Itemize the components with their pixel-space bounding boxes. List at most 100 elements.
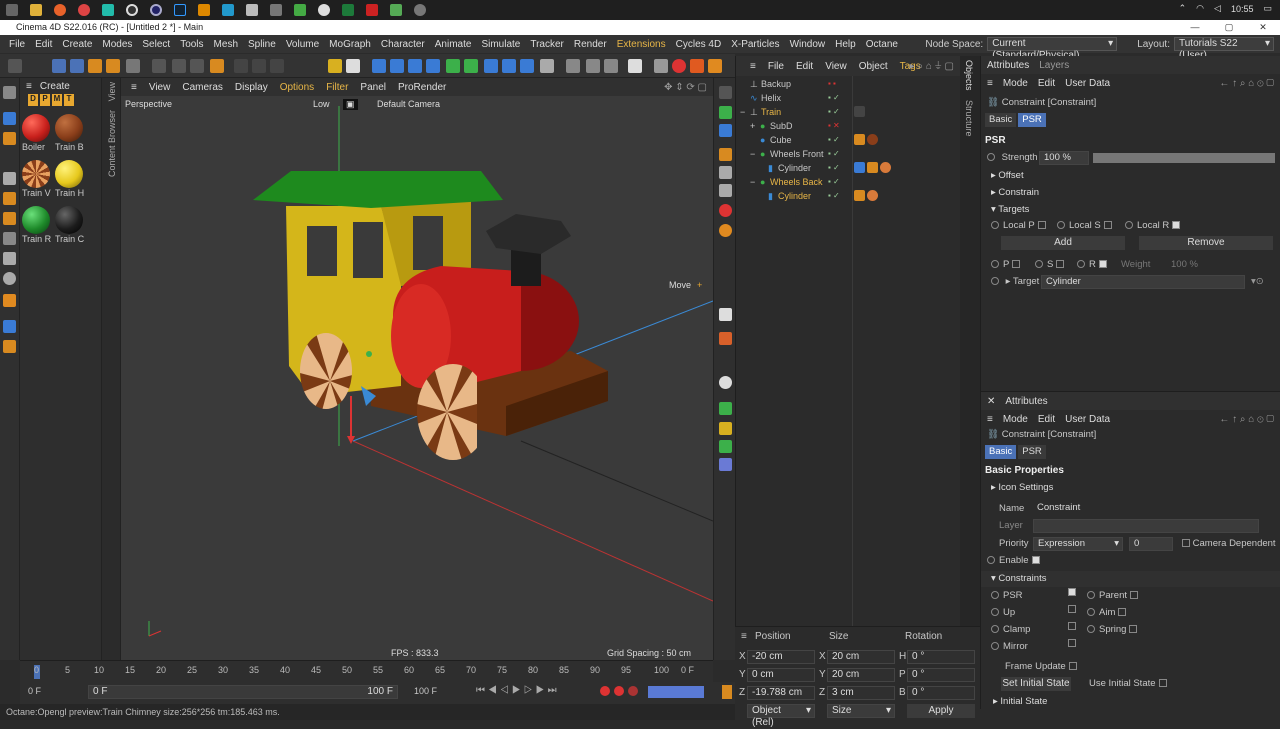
app-icon[interactable] [318,4,330,16]
animate-dot[interactable] [1057,221,1065,230]
minimize-button[interactable]: — [1178,20,1212,35]
target-link-field[interactable]: Cylinder [1041,275,1245,289]
rotate-icon[interactable] [106,59,120,73]
attr-menu-userdata[interactable]: User Data [1065,414,1110,425]
weight-value[interactable]: 100 % [1171,257,1198,273]
end-frame-field[interactable]: 100 F [414,686,437,696]
menu-simulate[interactable]: Simulate [476,39,525,50]
apply-button[interactable]: Apply [907,704,975,718]
material-train-v[interactable]: Train V [22,160,54,198]
create-object-icon[interactable] [126,59,140,73]
attr-menu-mode[interactable]: Mode [1003,78,1028,89]
material-tab-p[interactable]: P [40,94,50,106]
menu-select[interactable]: Select [137,39,175,50]
octane-stop-icon[interactable] [672,59,686,73]
s-checkbox[interactable] [1056,260,1065,269]
app-icon[interactable] [222,4,234,16]
menu-modes[interactable]: Modes [97,39,137,50]
material-tag-icon[interactable] [867,134,878,145]
object-row-cylinder[interactable]: ▮ Cylinder ▪ ✓ [736,161,961,175]
acrobat-icon[interactable] [366,4,378,16]
timeline-ruler[interactable]: 0 5 10 15 20 25 30 35 40 45 50 55 60 65 … [20,660,713,682]
tool-icon[interactable] [719,440,732,453]
material-boiler[interactable]: Boiler [22,114,54,152]
use-initial-checkbox[interactable] [1158,679,1167,688]
visibility-check[interactable]: ▪ ✓ [828,133,840,147]
close-icon[interactable]: ✕ [987,396,995,407]
animate-dot[interactable] [991,625,999,634]
tool-icon[interactable] [719,204,732,217]
link-menu-icon[interactable]: ▾⊙ [1251,274,1264,290]
fold-label[interactable]: Targets [998,204,1029,215]
y-axis-icon[interactable] [172,59,186,73]
animate-dot[interactable] [987,556,995,565]
uvw-tag-icon[interactable] [854,162,865,173]
wifi-icon[interactable]: ◠ [1196,3,1204,14]
floor-icon[interactable] [484,59,498,73]
start-icon[interactable] [6,4,18,16]
menu-spline[interactable]: Spline [243,39,281,50]
menu-window[interactable]: Window [785,39,831,50]
keyframe-icon[interactable] [328,59,342,73]
strength-slider[interactable] [1093,153,1275,163]
3d-viewport[interactable]: Perspective Low ▣ Default Camera Move + … [121,96,713,662]
tool-icon[interactable] [719,402,732,415]
hamburger-icon[interactable]: ≡ [987,414,993,425]
viewport-menu-display[interactable]: Display [229,82,274,93]
preview-max-field[interactable]: 100 F [367,686,393,698]
app-icon[interactable] [246,4,258,16]
attributes-tab[interactable]: Attributes [987,60,1029,71]
object-row-helix[interactable]: ∿ Helix ▪ ✓ [736,91,961,105]
record-icon[interactable] [600,686,610,696]
tool-icon[interactable] [719,422,732,435]
subdivision-icon[interactable] [408,59,422,73]
parent-checkbox[interactable] [1130,591,1138,600]
material-tab-t[interactable]: T [64,94,74,106]
workplane-icon[interactable] [586,59,600,73]
points-mode-icon[interactable] [3,172,16,185]
menu-edit[interactable]: Edit [30,39,57,50]
render-view-icon[interactable] [252,59,266,73]
start-frame-field[interactable]: 0 F [28,686,41,696]
keyframe-selection-icon[interactable] [628,686,638,696]
hamburger-icon[interactable]: ≡ [741,631,747,642]
viewport-menu-prorender[interactable]: ProRender [392,82,452,93]
spring-checkbox[interactable] [1129,625,1138,634]
constraints-fold[interactable]: ▾ Constraints [981,571,1280,587]
menu-extensions[interactable]: Extensions [612,39,671,50]
coordinate-mode-dropdown[interactable]: Object (Rel) [747,704,815,728]
autokey-icon[interactable] [614,686,624,696]
live-selection-icon[interactable] [52,59,66,73]
obj-menu-view[interactable]: View [819,61,853,72]
viewport-menu-cameras[interactable]: Cameras [176,82,229,93]
frame-update-checkbox[interactable] [1068,662,1077,671]
menu-mograph[interactable]: MoGraph [324,39,376,50]
sculpt-icon[interactable] [3,294,16,307]
material-train-c[interactable]: Train C [55,206,87,244]
object-name[interactable]: Wheels Front [770,147,824,161]
pen-icon[interactable] [390,59,404,73]
material-tab-d[interactable]: D [28,94,38,106]
fold-label[interactable]: Constraints [998,573,1046,584]
animate-dot[interactable] [991,260,999,269]
visibility-check[interactable]: ▪ ✓ [828,91,840,105]
phong-tag-icon[interactable] [854,134,865,145]
r-checkbox[interactable] [1098,260,1107,269]
attr-nav-icons[interactable]: ← ↑ ⌕ ⌂ ⊙ ▢ [1219,414,1274,425]
material-tag-icon[interactable] [867,190,878,201]
layout-dropdown[interactable]: Tutorials S22 (User) [1174,37,1274,61]
strength-input[interactable]: 100 % [1039,151,1089,165]
obj-menu-object[interactable]: Object [853,61,894,72]
texture-mode-icon[interactable] [3,132,16,145]
polygons-mode-icon[interactable] [3,212,16,225]
rotation-b-input[interactable]: 0 ° [907,686,975,700]
animate-dot[interactable] [1087,591,1095,600]
field-icon[interactable] [464,59,478,73]
fold-label[interactable]: Offset [998,170,1023,181]
collapse-icon[interactable]: + [750,119,755,133]
expand-icon[interactable]: ▸ [1006,276,1011,287]
animate-dot[interactable] [987,153,995,162]
tool-icon[interactable] [719,224,732,237]
initial-state-fold[interactable]: ▸ Initial State [981,694,1280,710]
animate-dot[interactable] [991,221,999,230]
